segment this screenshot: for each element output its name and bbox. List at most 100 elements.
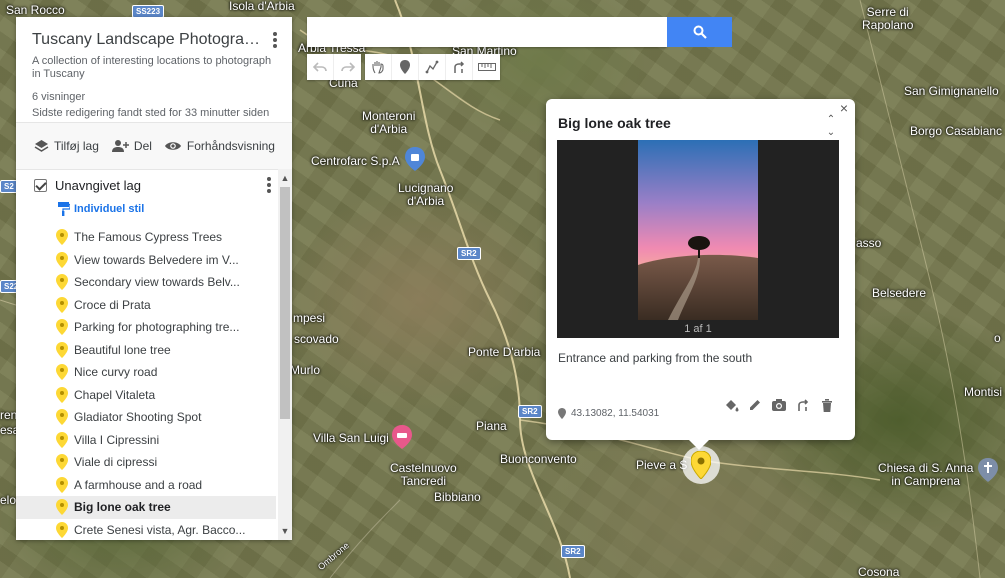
layer-options-menu-button[interactable] — [260, 176, 278, 194]
map-title[interactable]: Tuscany Landscape Photography ... — [32, 31, 264, 49]
map-label-villa-san-luigi: Villa San Luigi — [313, 431, 389, 445]
share-button[interactable]: Del — [111, 139, 152, 153]
photo-lone-oak-tree[interactable] — [638, 140, 758, 320]
chevron-down-icon[interactable]: ⌄ — [825, 126, 837, 139]
map-label-castelnuovo: Castelnuovo Tancredi — [390, 461, 457, 488]
church-poi-icon[interactable] — [978, 458, 998, 482]
yellow-marker-icon — [56, 319, 68, 336]
map-label-scovado: scovado — [294, 332, 339, 346]
shopping-poi-icon[interactable] — [405, 147, 425, 171]
list-item[interactable]: Viale di cipressi — [16, 451, 276, 474]
list-item-label: Parking for photographing tre... — [74, 320, 240, 335]
list-item[interactable]: View towards Belvedere im V... — [16, 249, 276, 272]
delete-button[interactable] — [819, 397, 835, 413]
photo-viewer[interactable]: 1 af 1 — [557, 140, 839, 338]
map-label-chiesa-anna: Chiesa di S. Anna in Camprena — [878, 461, 974, 488]
yellow-marker-icon — [56, 454, 68, 471]
yellow-marker-icon — [56, 499, 68, 516]
share-label: Del — [133, 139, 152, 153]
list-item[interactable]: Nice curvy road — [16, 361, 276, 384]
map-label-ampesi: mpesi — [293, 311, 326, 325]
chevron-up-icon[interactable]: ⌃ — [825, 113, 837, 126]
add-photo-button[interactable] — [771, 397, 787, 413]
draw-line-button[interactable] — [419, 54, 446, 80]
yellow-marker-icon — [56, 251, 68, 268]
map-label-borgo-casabianca: Borgo Casabianc — [910, 124, 1003, 138]
list-item[interactable]: A farmhouse and a road — [16, 474, 276, 497]
map-view-count: 6 visninger — [32, 91, 86, 103]
directions-icon — [798, 399, 809, 411]
search-button[interactable] — [667, 17, 732, 47]
map-label-san-gimignanello: San Gimignanello — [904, 84, 999, 98]
preview-button[interactable]: Forhåndsvisning — [164, 139, 275, 153]
style-button[interactable] — [723, 397, 739, 413]
list-item[interactable]: Big lone oak tree — [16, 496, 276, 519]
map-options-menu-button[interactable] — [266, 31, 284, 49]
close-icon[interactable]: × — [837, 101, 851, 115]
list-item[interactable]: Parking for photographing tre... — [16, 316, 276, 339]
yellow-marker-icon — [56, 521, 68, 538]
layer-visibility-checkbox[interactable] — [34, 178, 47, 192]
search-icon — [693, 25, 707, 39]
add-marker-button[interactable] — [392, 54, 419, 80]
undo-button[interactable] — [307, 54, 334, 80]
map-actions-bar: Tilføj lag Del Forhåndsvisning — [16, 123, 292, 170]
map-label-cosona: Cosona — [858, 565, 900, 578]
list-item[interactable]: Secondary view towards Belv... — [16, 271, 276, 294]
list-item[interactable]: Croce di Prata — [16, 294, 276, 317]
measure-button[interactable] — [473, 54, 500, 80]
trash-icon — [822, 399, 832, 412]
yellow-marker-icon — [56, 341, 68, 358]
list-item[interactable]: Gladiator Shooting Spot — [16, 406, 276, 429]
popup-description: Entrance and parking from the south — [558, 351, 753, 365]
map-label-bibbiano: Bibbiano — [434, 490, 481, 504]
redo-button[interactable] — [334, 54, 361, 80]
selected-place-marker[interactable] — [682, 446, 720, 484]
list-item-label: Nice curvy road — [74, 365, 158, 380]
directions-button[interactable] — [795, 397, 811, 413]
map-label-murlo: Murlo — [290, 363, 321, 377]
scrollbar-thumb[interactable] — [280, 187, 290, 419]
yellow-marker-icon — [691, 451, 711, 479]
popup-nav: ⌃ ⌄ — [825, 113, 837, 139]
list-item[interactable]: Crete Senesi vista, Agr. Bacco... — [16, 519, 276, 541]
list-item[interactable]: Chapel Vitaleta — [16, 384, 276, 407]
redo-icon — [340, 62, 355, 72]
scroll-down-arrow[interactable]: ▼ — [280, 526, 290, 536]
list-item-label: Croce di Prata — [74, 297, 151, 312]
map-label-pieve: Pieve a S — [636, 458, 688, 472]
yellow-marker-icon — [56, 274, 68, 291]
scroll-up-arrow[interactable]: ▲ — [280, 173, 290, 183]
individual-style-label: Individuel stil — [74, 203, 145, 215]
map-label-o: o — [994, 331, 1001, 345]
lodging-poi-icon[interactable] — [392, 425, 412, 449]
yellow-marker-icon — [56, 476, 68, 493]
search-input[interactable] — [307, 17, 667, 47]
add-layer-label: Tilføj lag — [54, 139, 99, 153]
map-label-monteroni: Monteroni d'Arbia — [362, 109, 416, 136]
list-item[interactable]: The Famous Cypress Trees — [16, 226, 276, 249]
layers-icon — [34, 140, 49, 152]
layer-name[interactable]: Unavngivet lag — [55, 178, 141, 193]
panel-scrollbar[interactable]: ▲ ▼ — [278, 169, 292, 540]
list-item-label: Chapel Vitaleta — [74, 387, 156, 402]
place-info-popup: Big lone oak tree × ⌃ ⌄ 1 af 1 Entrance … — [546, 99, 855, 450]
map-label-ponte-arbia: Ponte D'arbia — [468, 345, 541, 359]
layer-section: Unavngivet lag Individuel stil The Famou… — [16, 170, 292, 540]
select-tool-button[interactable] — [365, 54, 392, 80]
place-list: The Famous Cypress Trees View towards Bel… — [16, 226, 276, 540]
pencil-icon — [750, 400, 760, 410]
layer-header: Unavngivet lag — [16, 170, 292, 200]
directions-icon — [454, 61, 465, 73]
list-item-label: Beautiful lone tree — [74, 342, 171, 357]
map-label-piana: Piana — [476, 419, 507, 433]
list-item[interactable]: Beautiful lone tree — [16, 339, 276, 362]
individual-style-link[interactable]: Individuel stil — [16, 200, 292, 218]
list-item-label: The Famous Cypress Trees — [74, 230, 223, 245]
add-layer-button[interactable]: Tilføj lag — [34, 139, 99, 153]
edit-button[interactable] — [747, 397, 763, 413]
list-item[interactable]: Villa I Cipressini — [16, 429, 276, 452]
map-label-serre-rapolano: Serre di Rapolano — [862, 5, 914, 32]
map-label-ren: ren — [0, 408, 18, 422]
add-directions-button[interactable] — [446, 54, 473, 80]
